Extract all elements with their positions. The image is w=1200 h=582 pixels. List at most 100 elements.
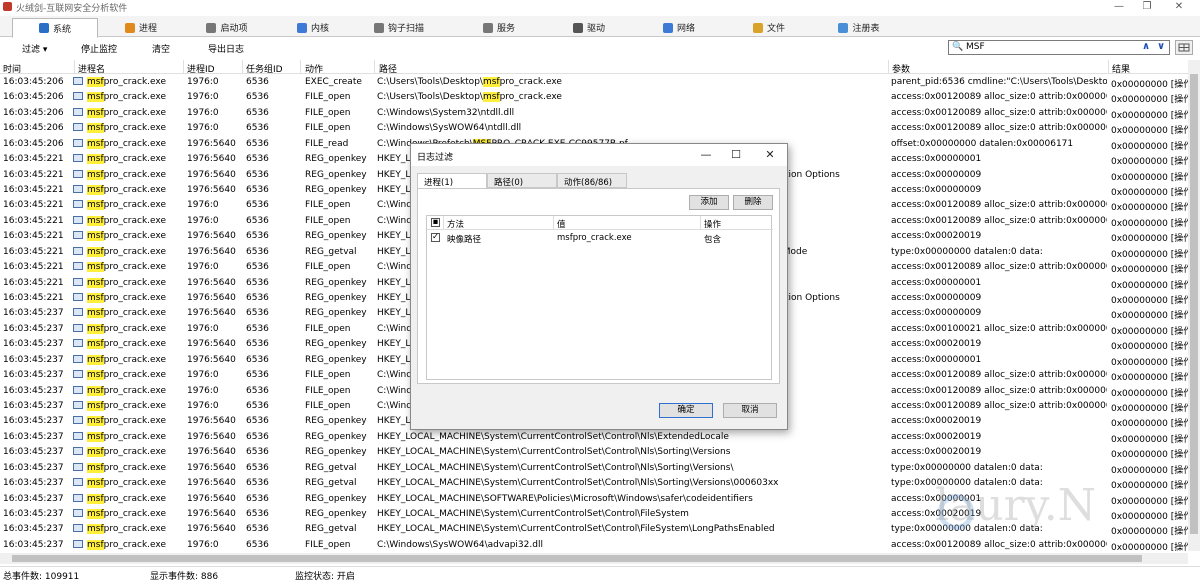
search-icon: 🔍 bbox=[952, 42, 964, 52]
table-row[interactable]: 16:03:45:206 msfpro_crack.exe 1976:0 6536 FI… bbox=[0, 90, 1188, 105]
table-row[interactable]: 16:03:45:237 msfpro_crack.exe 1976:0 6536 FI… bbox=[0, 538, 1188, 551]
search-match: msf bbox=[87, 401, 104, 412]
rule-checkbox[interactable]: ✓ bbox=[431, 233, 440, 242]
col-pid[interactable]: 进程ID bbox=[187, 62, 215, 75]
table-row[interactable]: 16:03:45:237 msfpro_crack.exe 1976:5640 653… bbox=[0, 430, 1188, 445]
tab-7[interactable]: 驱动 bbox=[546, 18, 632, 37]
filter-rule-list[interactable]: ▪ 方法 值 操作 ✓ 映像路径 msfpro_crack.exe 包含 bbox=[426, 215, 773, 380]
cell-task-group-id: 6536 bbox=[246, 539, 269, 550]
rule-method: 映像路径 bbox=[447, 235, 482, 245]
cell-params: access:0x00120089 alloc_size:0 attrib:0x… bbox=[891, 200, 1107, 211]
tab-2[interactable]: 进程 bbox=[98, 18, 184, 37]
tab-action[interactable]: 动作(86/86) bbox=[557, 173, 627, 188]
col-method[interactable]: 方法 bbox=[447, 218, 464, 230]
cancel-button[interactable]: 取消 bbox=[723, 403, 777, 418]
cell-pid: 1976:5640 bbox=[187, 308, 236, 319]
monitor-status: 监控状态: 开启 bbox=[295, 572, 355, 582]
tab-path[interactable]: 路径(0) bbox=[487, 173, 557, 188]
search-prev-button[interactable]: ∧ bbox=[1142, 41, 1150, 52]
rule-row[interactable]: ✓ 映像路径 msfpro_crack.exe 包含 bbox=[427, 231, 773, 245]
scroll-thumb[interactable] bbox=[1190, 74, 1198, 534]
path-text: HKEY_LOCAL_MACHINE\SOFTWARE\Policies\Mic… bbox=[377, 493, 753, 504]
process-name-text: pro_crack.exe bbox=[103, 77, 166, 87]
close-button[interactable]: ✕ bbox=[1165, 0, 1193, 14]
process-name-text: pro_crack.exe bbox=[103, 401, 166, 412]
tab-label: 文件 bbox=[766, 24, 785, 34]
col-value[interactable]: 值 bbox=[557, 218, 566, 230]
table-row[interactable]: 16:03:45:206 msfpro_crack.exe 1976:0 6536 FI… bbox=[0, 121, 1188, 136]
table-row[interactable]: 16:03:45:237 msfpro_crack.exe 1976:5640 653… bbox=[0, 445, 1188, 460]
cell-params: access:0x00020019 bbox=[891, 339, 982, 350]
tab-9[interactable]: 文件 bbox=[726, 18, 812, 37]
cell-action: FILE_open bbox=[305, 385, 351, 396]
col-action[interactable]: 动作 bbox=[305, 62, 323, 75]
horizontal-scrollbar[interactable] bbox=[0, 553, 1188, 564]
cell-task-group-id: 6536 bbox=[246, 370, 269, 381]
tab-3[interactable]: 启动项 bbox=[184, 18, 270, 37]
cell-result: 0x00000000 [操作] bbox=[1111, 80, 1188, 90]
minimize-button[interactable]: — bbox=[1105, 0, 1133, 14]
vertical-scrollbar[interactable] bbox=[1188, 60, 1200, 551]
cell-pid: 1976:5640 bbox=[187, 431, 236, 442]
col-result[interactable]: 结果 bbox=[1112, 62, 1130, 75]
rule-operation: 包含 bbox=[704, 235, 722, 245]
col-task-group-id[interactable]: 任务组ID bbox=[246, 62, 283, 75]
column-settings-button[interactable] bbox=[1175, 40, 1193, 55]
dialog-maximize-button[interactable]: ☐ bbox=[725, 147, 747, 163]
search-next-button[interactable]: ∨ bbox=[1157, 41, 1165, 52]
cell-time: 16:03:45:237 bbox=[3, 323, 64, 334]
process-name-text: pro_crack.exe bbox=[103, 92, 166, 103]
cell-pid: 1976:0 bbox=[187, 92, 219, 103]
search-match: msf bbox=[87, 447, 104, 458]
cell-process-name: msfpro_crack.exe bbox=[87, 293, 166, 304]
tab-4[interactable]: 内核 bbox=[270, 18, 356, 37]
ok-button[interactable]: 确定 bbox=[659, 403, 713, 418]
process-icon bbox=[73, 385, 83, 394]
search-match: msf bbox=[87, 354, 104, 365]
col-params[interactable]: 参数 bbox=[892, 62, 910, 75]
cell-task-group-id: 6536 bbox=[246, 354, 269, 365]
dialog-close-button[interactable]: ✕ bbox=[759, 147, 781, 163]
cell-process-name: msfpro_crack.exe bbox=[87, 231, 166, 242]
scroll-thumb[interactable] bbox=[12, 555, 1142, 562]
tab-process[interactable]: 进程(1) bbox=[417, 173, 487, 189]
export-log-button[interactable]: 导出日志 bbox=[208, 42, 244, 55]
maximize-button[interactable]: ❐ bbox=[1133, 0, 1161, 14]
process-name-text: pro_crack.exe bbox=[103, 447, 166, 458]
cell-pid: 1976:0 bbox=[187, 107, 219, 118]
cell-time: 16:03:45:206 bbox=[3, 92, 64, 103]
delete-button[interactable]: 删除 bbox=[733, 195, 773, 210]
col-time[interactable]: 时间 bbox=[3, 62, 21, 75]
cell-task-group-id: 6536 bbox=[246, 231, 269, 242]
cell-task-group-id: 6536 bbox=[246, 277, 269, 288]
search-match: msf bbox=[87, 77, 104, 87]
dialog-minimize-button[interactable]: — bbox=[695, 147, 717, 163]
add-button[interactable]: 添加 bbox=[689, 195, 729, 210]
cell-result: 0x00000000 [操作] bbox=[1111, 280, 1188, 291]
tab-10[interactable]: 注册表 bbox=[816, 18, 902, 37]
table-row[interactable]: 16:03:45:206 msfpro_crack.exe 1976:0 6536 EX… bbox=[0, 75, 1188, 90]
col-path[interactable]: 路径 bbox=[379, 62, 397, 75]
col-operation[interactable]: 操作 bbox=[704, 218, 721, 230]
path-text: pro_crack.exe bbox=[499, 77, 562, 87]
table-row[interactable]: 16:03:45:237 msfpro_crack.exe 1976:5640 653… bbox=[0, 461, 1188, 476]
process-name-text: pro_crack.exe bbox=[103, 200, 166, 211]
search-match: msf bbox=[87, 107, 104, 118]
cell-process-name: msfpro_crack.exe bbox=[87, 462, 166, 473]
search-match: msf bbox=[482, 92, 500, 103]
clear-button[interactable]: 清空 bbox=[152, 42, 170, 55]
col-process-name[interactable]: 进程名 bbox=[78, 62, 105, 75]
filter-button[interactable]: 过滤 ▾ bbox=[22, 42, 47, 55]
search-input[interactable]: 🔍 MSF ∧ ∨ bbox=[948, 40, 1170, 55]
tab-label: 钩子扫描 bbox=[387, 24, 424, 34]
cell-task-group-id: 6536 bbox=[246, 385, 269, 396]
select-all-checkbox[interactable]: ▪ bbox=[431, 218, 440, 227]
tab-1[interactable]: 系统 bbox=[12, 18, 98, 38]
stop-monitor-button[interactable]: 停止监控 bbox=[81, 42, 117, 55]
process-icon bbox=[73, 308, 83, 317]
tab-6[interactable]: 服务 bbox=[456, 18, 542, 37]
tab-5[interactable]: 钩子扫描 bbox=[356, 18, 442, 37]
table-row[interactable]: 16:03:45:206 msfpro_crack.exe 1976:0 6536 FI… bbox=[0, 106, 1188, 121]
tab-8[interactable]: 网络 bbox=[636, 18, 722, 37]
process-icon bbox=[73, 123, 83, 132]
